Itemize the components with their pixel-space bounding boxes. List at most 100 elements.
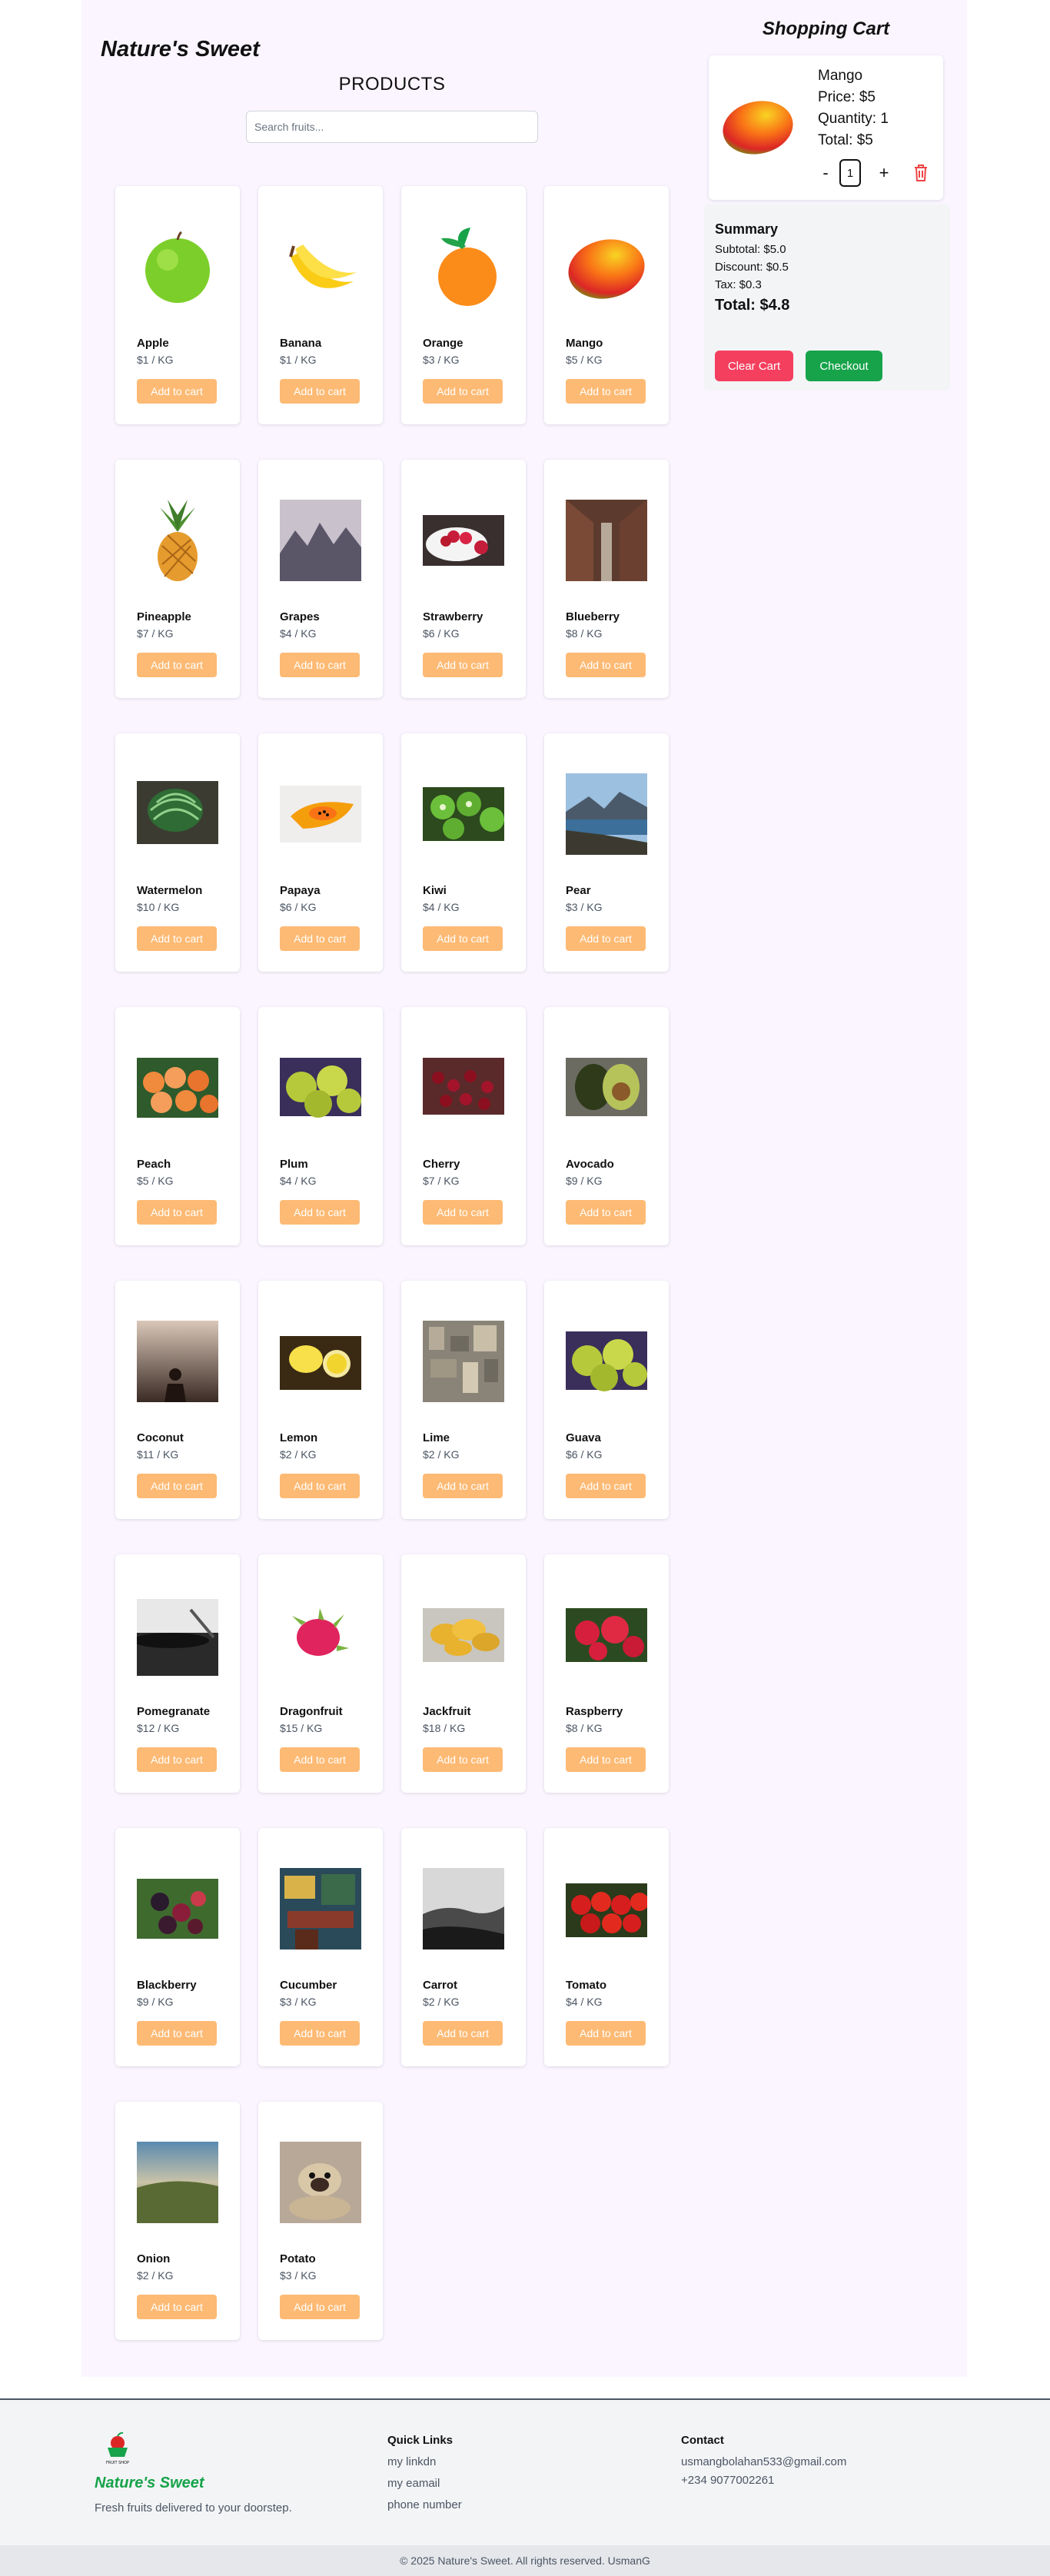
product-card-raspberry: Raspberry $8 / KG Add to cart [544,1554,669,1793]
add-to-cart-button[interactable]: Add to cart [280,2295,360,2319]
product-name: Plum [280,1158,308,1171]
product-image-blueberry [566,500,647,581]
add-to-cart-button[interactable]: Add to cart [280,653,360,677]
add-to-cart-button[interactable]: Add to cart [423,926,503,951]
product-price: $7 / KG [137,627,174,640]
quantity-input[interactable] [839,159,861,187]
product-name: Lemon [280,1431,318,1444]
product-price: $10 / KG [137,901,180,913]
summary-heading: Summary [715,221,779,237]
add-to-cart-button[interactable]: Add to cart [137,1474,217,1498]
product-name: Papaya [280,884,321,897]
add-to-cart-button[interactable]: Add to cart [423,1200,503,1225]
add-to-cart-button[interactable]: Add to cart [280,1474,360,1498]
product-card-grapes: Grapes $4 / KG Add to cart [258,460,383,698]
product-price: $3 / KG [280,1996,317,2008]
clear-cart-button[interactable]: Clear Cart [715,351,793,381]
add-to-cart-button[interactable]: Add to cart [280,2021,360,2046]
product-card-carrot: Carrot $2 / KG Add to cart [401,1828,526,2066]
product-card-blackberry: Blackberry $9 / KG Add to cart [115,1828,240,2066]
product-price: $2 / KG [137,2269,174,2282]
add-to-cart-button[interactable]: Add to cart [280,926,360,951]
add-to-cart-button[interactable]: Add to cart [566,926,646,951]
decrease-quantity-button[interactable]: - [816,161,835,184]
product-card-tomato: Tomato $4 / KG Add to cart [544,1828,669,2066]
add-to-cart-button[interactable]: Add to cart [137,2021,217,2046]
product-name: Cucumber [280,1979,337,1992]
product-name: Avocado [566,1158,614,1171]
cart-item-total: Total: $5 [818,132,873,148]
link-phone[interactable]: phone number [387,2498,462,2511]
contact-email: usmangbolahan533@gmail.com [681,2455,847,2468]
add-to-cart-button[interactable]: Add to cart [566,2021,646,2046]
product-image-pineapple [137,500,218,581]
link-linkedin[interactable]: my linkdn [387,2455,436,2468]
add-to-cart-button[interactable]: Add to cart [137,379,217,404]
add-to-cart-button[interactable]: Add to cart [280,1747,360,1772]
product-name: Carrot [423,1979,458,1992]
product-name: Orange [423,337,464,350]
add-to-cart-button[interactable]: Add to cart [566,653,646,677]
search-input[interactable] [246,111,538,143]
product-name: Blueberry [566,610,620,623]
add-to-cart-button[interactable]: Add to cart [280,1200,360,1225]
product-card-coconut: Coconut $11 / KG Add to cart [115,1281,240,1519]
add-to-cart-button[interactable]: Add to cart [423,1747,503,1772]
product-price: $1 / KG [280,354,317,366]
add-to-cart-button[interactable]: Add to cart [566,1747,646,1772]
product-name: Lime [423,1431,450,1444]
product-card-cherry: Cherry $7 / KG Add to cart [401,1007,526,1245]
add-to-cart-button[interactable]: Add to cart [280,379,360,404]
product-price: $6 / KG [566,1448,603,1461]
product-name: Dragonfruit [280,1705,343,1718]
cart-item-price: Price: $5 [818,89,876,105]
add-to-cart-button[interactable]: Add to cart [423,1474,503,1498]
add-to-cart-button[interactable]: Add to cart [566,1474,646,1498]
product-image-cherry [423,1047,504,1128]
product-image-watermelon [137,773,218,855]
add-to-cart-button[interactable]: Add to cart [137,653,217,677]
product-card-pear: Pear $3 / KG Add to cart [544,733,669,972]
add-to-cart-button[interactable]: Add to cart [566,379,646,404]
add-to-cart-button[interactable]: Add to cart [566,1200,646,1225]
add-to-cart-button[interactable]: Add to cart [137,2295,217,2319]
product-card-orange: Orange $3 / KG Add to cart [401,186,526,424]
product-name: Jackfruit [423,1705,471,1718]
increase-quantity-button[interactable]: + [875,161,893,184]
summary-subtotal: Subtotal: $5.0 [715,243,786,256]
add-to-cart-button[interactable]: Add to cart [137,1747,217,1772]
link-email[interactable]: my eamail [387,2477,440,2490]
product-card-pomegranate: Pomegranate $12 / KG Add to cart [115,1554,240,1793]
checkout-button[interactable]: Checkout [806,351,882,381]
add-to-cart-button[interactable]: Add to cart [137,1200,217,1225]
product-image-banana [280,226,361,307]
products-heading: PRODUCTS [338,74,446,95]
product-name: Watermelon [137,884,203,897]
add-to-cart-button[interactable]: Add to cart [423,653,503,677]
trash-icon[interactable] [912,163,930,183]
product-card-lime: Lime $2 / KG Add to cart [401,1281,526,1519]
add-to-cart-button[interactable]: Add to cart [423,2021,503,2046]
product-image-pomegranate [132,1594,218,1676]
product-card-plum: Plum $4 / KG Add to cart [258,1007,383,1245]
product-card-onion: Onion $2 / KG Add to cart [115,2102,240,2340]
product-price: $9 / KG [137,1996,174,2008]
product-price: $6 / KG [280,901,317,913]
product-price: $12 / KG [137,1722,180,1734]
product-card-kiwi: Kiwi $4 / KG Add to cart [401,733,526,972]
product-card-dragonfruit: Dragonfruit $15 / KG Add to cart [258,1554,383,1793]
product-card-lemon: Lemon $2 / KG Add to cart [258,1281,383,1519]
product-price: $4 / KG [423,901,460,913]
product-image-plum [280,1047,361,1128]
product-image-strawberry [423,500,504,581]
add-to-cart-button[interactable]: Add to cart [423,379,503,404]
product-name: Cherry [423,1158,460,1171]
product-price: $8 / KG [566,627,603,640]
summary-discount: Discount: $0.5 [715,261,789,274]
product-price: $8 / KG [566,1722,603,1734]
add-to-cart-button[interactable]: Add to cart [137,926,217,951]
product-card-cucumber: Cucumber $3 / KG Add to cart [258,1828,383,2066]
brand-title: Nature's Sweet [101,37,260,61]
product-image-papaya [280,773,361,855]
product-image-lime [423,1321,504,1402]
